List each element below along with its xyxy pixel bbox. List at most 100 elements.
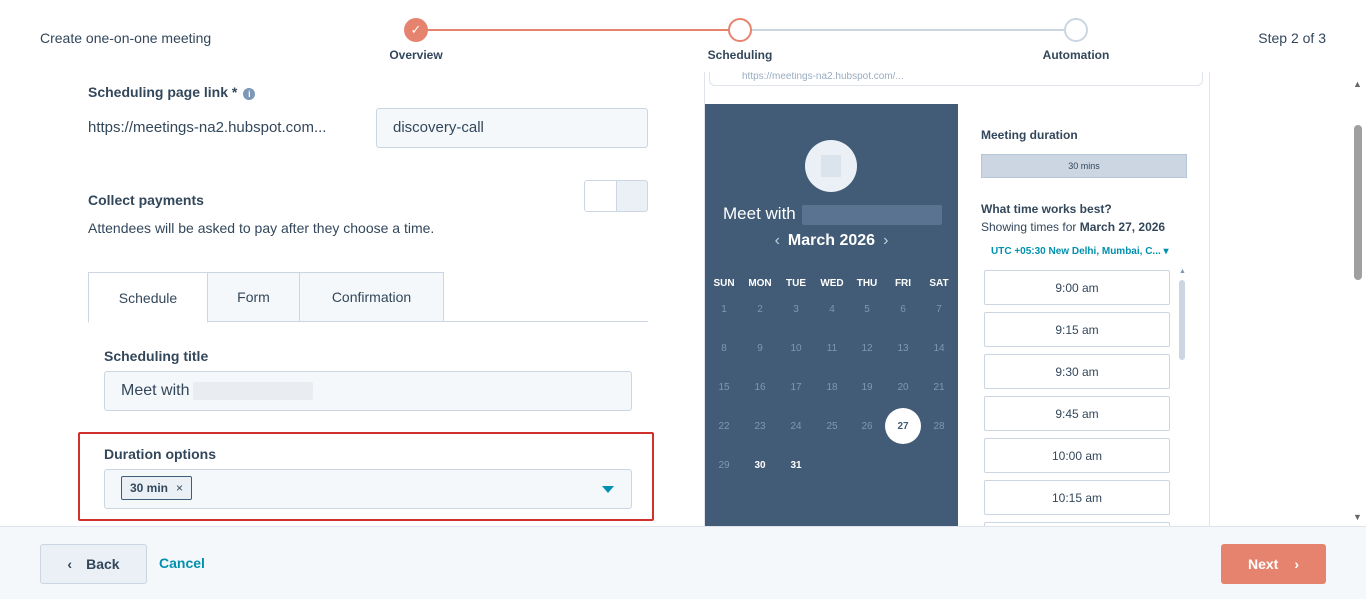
duration-chip: 30 min × [121, 476, 193, 500]
mini-scroll-up-icon[interactable]: ▲ [1179, 268, 1186, 275]
preview-times-panel: Meeting duration 30 mins What time works… [958, 104, 1209, 527]
preview-url-bar: https://meetings-na2.hubspot.com/... [709, 72, 1203, 86]
preview-meet-with: Meet with [723, 204, 942, 225]
calendar-day: 14 [933, 342, 945, 354]
avatar-placeholder [821, 155, 841, 177]
time-slots-scrollbar[interactable] [1179, 280, 1185, 360]
redacted-name [801, 204, 942, 225]
settings-tabs: Schedule Form Confirmation [88, 272, 648, 323]
scheduling-link-base-url: https://meetings-na2.hubspot.com... [88, 119, 327, 136]
time-slot-button[interactable]: 9:15 am [984, 312, 1170, 347]
meeting-duration-option[interactable]: 30 mins [981, 154, 1187, 178]
calendar-day: 23 [754, 420, 766, 432]
scheduling-title-label: Scheduling title [104, 348, 209, 364]
collect-payments-label: Collect payments [88, 192, 204, 208]
weekday-header: THU [856, 278, 878, 289]
calendar-day: 22 [718, 420, 730, 432]
showing-times-label: Showing times for March 27, 2026 [981, 220, 1166, 234]
scheduling-page-preview: https://meetings-na2.hubspot.com/... Mee… [704, 72, 1210, 527]
scroll-down-icon[interactable]: ▼ [1353, 512, 1362, 522]
time-slot-button[interactable]: 9:30 am [984, 354, 1170, 389]
footer-bar: ‹ Back Cancel Next › [0, 526, 1366, 599]
calendar-day: 15 [718, 381, 730, 393]
toggle-knob [585, 181, 617, 211]
weekday-header: TUE [786, 278, 806, 289]
page-header-title: Create one-on-one meeting [40, 30, 212, 46]
next-label: Next [1247, 556, 1279, 572]
step-indicator: Step 2 of 3 [1258, 30, 1326, 46]
back-button[interactable]: ‹ Back [40, 544, 147, 584]
time-question-label: What time works best? [981, 202, 1112, 216]
calendar-day: 8 [721, 342, 727, 354]
calendar-day: 12 [861, 342, 873, 354]
prev-month-icon[interactable]: ‹ [775, 232, 780, 249]
tab-form[interactable]: Form [207, 272, 300, 322]
step-scheduling-dot [728, 18, 752, 42]
stepper-line-completed [416, 29, 740, 31]
scheduling-title-value: Meet with [121, 382, 190, 400]
weekday-header: WED [820, 278, 844, 289]
step-overview-dot[interactable]: ✓ [404, 18, 428, 42]
calendar-day: 17 [790, 381, 802, 393]
next-button[interactable]: Next › [1221, 544, 1326, 584]
stepper-line-upcoming [740, 29, 1064, 31]
month-navigation: ‹ March 2026 › [705, 232, 958, 250]
calendar-day: 3 [793, 303, 799, 315]
calendar-day: 28 [933, 420, 945, 432]
meeting-duration-label: Meeting duration [981, 128, 1078, 142]
time-slot-button[interactable]: 9:45 am [984, 396, 1170, 431]
calendar-day: 2 [757, 303, 763, 315]
tab-schedule[interactable]: Schedule [88, 272, 208, 323]
chevron-down-icon[interactable] [602, 486, 614, 493]
weekday-header: MON [748, 278, 772, 289]
weekday-header: FRI [894, 278, 912, 289]
redacted-name [193, 382, 314, 400]
calendar-day[interactable]: 31 [778, 447, 814, 483]
calendar-day[interactable]: 30 [742, 447, 778, 483]
calendar-day: 6 [900, 303, 906, 315]
calendar-day: 9 [757, 342, 763, 354]
preview-calendar-panel: Meet with ‹ March 2026 › SUN MON TUE WED THU FR… [705, 104, 958, 527]
calendar-day: 26 [861, 420, 873, 432]
timezone-select[interactable]: UTC +05:30 New Delhi, Mumbai, C... ▾ [991, 246, 1169, 257]
calendar-day: 18 [826, 381, 838, 393]
calendar-day-selected[interactable]: 27 [885, 408, 921, 444]
avatar [805, 140, 857, 192]
weekday-header: SAT [929, 278, 949, 289]
chevron-down-icon: ▾ [1163, 246, 1169, 257]
scroll-up-icon[interactable]: ▲ [1353, 79, 1362, 89]
page-scrollbar-thumb[interactable] [1354, 125, 1362, 280]
step-automation-dot [1064, 18, 1088, 42]
month-label: March 2026 [787, 232, 876, 249]
calendar-day: 4 [829, 303, 835, 315]
calendar-day: 29 [718, 459, 730, 471]
calendar-day: 10 [790, 342, 802, 354]
chevron-right-icon: › [1294, 556, 1300, 572]
calendar-day: 1 [721, 303, 727, 315]
calendar-day: 5 [864, 303, 870, 315]
time-slot-button[interactable]: 10:15 am [984, 480, 1170, 515]
time-slot-button[interactable]: 9:00 am [984, 270, 1170, 305]
chip-remove-icon[interactable]: × [176, 481, 183, 495]
cancel-button[interactable]: Cancel [159, 555, 205, 571]
calendar-day: 21 [933, 381, 945, 393]
calendar-day: 24 [790, 420, 802, 432]
collect-payments-toggle[interactable] [584, 180, 648, 212]
next-month-icon[interactable]: › [883, 232, 888, 249]
step-overview-label[interactable]: Overview [389, 48, 442, 62]
tab-confirmation[interactable]: Confirmation [299, 272, 444, 322]
progress-stepper: ✓ Overview Scheduling Automation [389, 18, 1109, 68]
step-scheduling-label: Scheduling [707, 48, 773, 62]
info-icon[interactable]: i [243, 88, 256, 100]
time-slot-button[interactable]: 10:00 am [984, 438, 1170, 473]
calendar-day: 25 [826, 420, 838, 432]
calendar-day: 19 [861, 381, 873, 393]
scheduling-link-label: Scheduling page link * i [88, 84, 256, 100]
calendar-day: 16 [754, 381, 766, 393]
scheduling-link-slug-input[interactable]: discovery-call [376, 108, 648, 148]
calendar-day: 20 [897, 381, 909, 393]
calendar-day: 13 [897, 342, 909, 354]
scheduling-title-input[interactable]: Meet with [104, 371, 632, 411]
duration-chip-label: 30 min [130, 481, 169, 495]
weekday-header: SUN [713, 278, 735, 289]
